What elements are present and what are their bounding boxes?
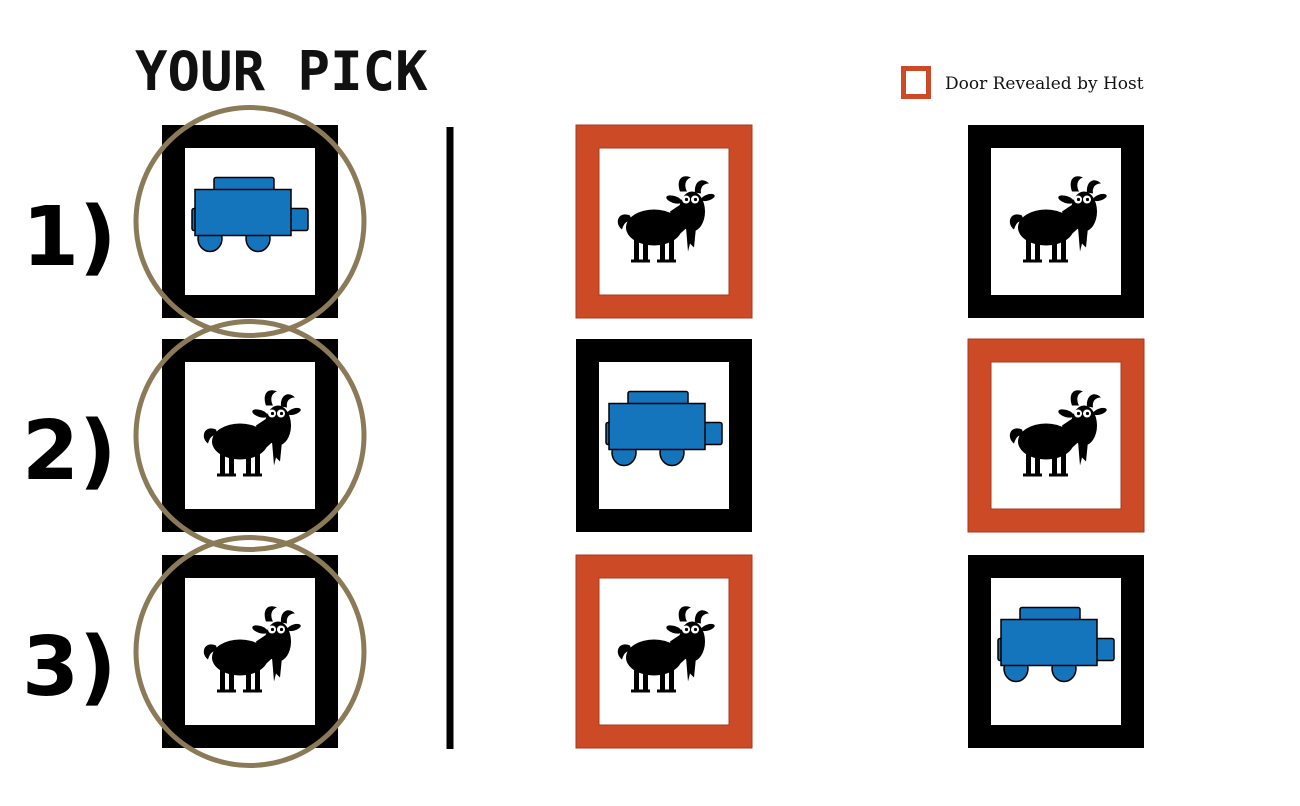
scenario-row: 2) (22, 338, 1145, 533)
closed-door (576, 339, 752, 532)
scenario-row: 1) (22, 124, 1144, 319)
closed-door (968, 555, 1144, 748)
picked-door (162, 555, 338, 748)
legend-swatch (901, 66, 931, 99)
monty-hall-diagram: YOUR PICK Door Revealed by Host 1) 2) 3) (22, 40, 1145, 768)
closed-door (968, 125, 1144, 318)
legend: Door Revealed by Host (901, 66, 1144, 99)
revealed-door (967, 338, 1145, 533)
revealed-door (575, 124, 753, 319)
row-label: 1) (22, 190, 117, 285)
revealed-door (575, 554, 753, 749)
picked-door (162, 125, 338, 318)
scenario-rows: 1) 2) 3) (22, 105, 1145, 768)
page-title: YOUR PICK (135, 40, 428, 103)
row-label: 2) (22, 404, 117, 499)
picked-door (162, 339, 338, 532)
row-label: 3) (22, 620, 117, 715)
scenario-row: 3) (22, 554, 1144, 749)
legend-label: Door Revealed by Host (945, 74, 1144, 94)
